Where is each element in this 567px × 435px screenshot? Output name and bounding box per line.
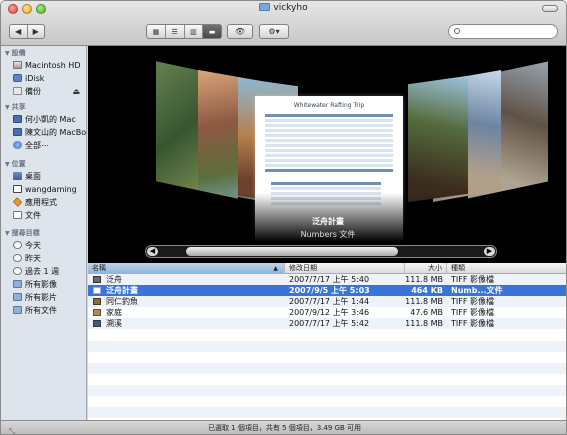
back-button[interactable]: ◀ [10, 25, 27, 38]
title-toolbar: vickyho ◀ ▶ ▦ ☰ ▥ ▬ 👁 ⚙▾ [1, 1, 566, 46]
tiff-file-icon [93, 320, 101, 327]
document-preview-table [265, 114, 393, 174]
icon-view-button[interactable]: ▦ [147, 25, 165, 38]
table-row[interactable]: 家庭 2007/9/12 上午 3:46 47.6 MB TIFF 影像檔 [88, 307, 566, 318]
sidebar-item-backup[interactable]: 備份 ⏏ [1, 85, 86, 98]
search-icon [454, 28, 460, 34]
sidebar-item-applications[interactable]: 應用程式 [1, 196, 86, 209]
sidebar-item-all-movies[interactable]: 所有影片 [1, 291, 86, 304]
coverflow-scrollbar[interactable]: ◀ ▶ [145, 245, 497, 258]
sidebar-header-devices[interactable]: ▼ 設備 [1, 48, 86, 59]
scroll-right-arrow[interactable]: ▶ [484, 247, 495, 256]
sidebar-header-places[interactable]: ▼ 位置 [1, 159, 86, 170]
applications-icon [12, 197, 23, 207]
finder-window: vickyho ◀ ▶ ▦ ☰ ▥ ▬ 👁 ⚙▾ ▼ 設備 Macintosh H… [0, 0, 567, 435]
column-header-date[interactable]: 修改日期 [285, 263, 405, 274]
search-field[interactable] [448, 24, 558, 39]
list-rows: 泛舟 2007/7/17 上午 5:40 111.8 MB TIFF 影像檔 泛… [88, 274, 566, 329]
table-row[interactable]: 泛舟 2007/7/17 上午 5:40 111.8 MB TIFF 影像檔 [88, 274, 566, 285]
column-header-name[interactable]: 名稱 ▲ [88, 263, 285, 274]
scrollbar-thumb[interactable] [186, 247, 398, 256]
back-forward-group: ◀ ▶ [9, 24, 45, 39]
clock-icon [13, 241, 22, 249]
sidebar-item-yesterday[interactable]: 昨天 [1, 252, 86, 265]
numbers-file-icon [93, 287, 101, 294]
sidebar-item-all-images[interactable]: 所有影像 [1, 278, 86, 291]
sidebar-header-search-for[interactable]: ▼ 搜尋目標 [1, 228, 86, 239]
quick-look-button[interactable]: 👁 [227, 24, 253, 39]
smart-folder-icon [13, 280, 22, 288]
sidebar-item-idisk[interactable]: iDisk [1, 72, 86, 85]
sidebar-item-desktop[interactable]: 桌面 [1, 170, 86, 183]
status-bar: ⤡ 已選取 1 個項目，共有 5 個項目，3.49 GB 可用 [1, 420, 566, 434]
selected-file-kind: Numbers 文件 [300, 230, 356, 239]
sidebar-item-macintosh-hd[interactable]: Macintosh HD [1, 59, 86, 72]
column-view-button[interactable]: ▥ [183, 25, 203, 38]
tiff-file-icon [93, 309, 101, 316]
globe-icon [13, 141, 22, 149]
forward-button[interactable]: ▶ [26, 25, 45, 38]
hard-disk-icon [13, 61, 22, 69]
resize-grip-icon[interactable]: ⤡ [9, 424, 15, 434]
status-text: 已選取 1 個項目，共有 5 個項目，3.49 GB 可用 [207, 424, 362, 432]
tiff-file-icon [93, 298, 101, 305]
toolbar-toggle-button[interactable] [542, 5, 558, 12]
selected-file-name: 泛舟計畫 [312, 217, 344, 226]
list-view-button[interactable]: ☰ [164, 25, 184, 38]
coverflow-view-button[interactable]: ▬ [202, 25, 221, 38]
idisk-icon [13, 74, 22, 82]
sidebar-item-mac-shared[interactable]: 何小凱的 Mac [1, 113, 86, 126]
coverflow-pane[interactable]: Whitewater Rafting Trip 泛舟計畫 Numbers 文件 … [88, 46, 566, 263]
eject-icon[interactable]: ⏏ [72, 85, 80, 98]
column-header-kind[interactable]: 種類 [447, 263, 566, 274]
sidebar-item-all-shared[interactable]: 全部⋯ [1, 139, 86, 152]
sort-ascending-icon: ▲ [273, 265, 278, 272]
table-row[interactable]: 同仁釣魚 2007/7/17 上午 1:44 111.8 MB TIFF 影像檔 [88, 296, 566, 307]
tiff-file-icon [93, 276, 101, 283]
sidebar-item-past-week[interactable]: 過去 1 週 [1, 265, 86, 278]
sidebar-item-all-documents[interactable]: 所有文件 [1, 304, 86, 317]
sidebar-item-macbook-shared[interactable]: 陳文山的 MacBook [1, 126, 86, 139]
list-header: 名稱 ▲ 修改日期 大小 種類 [88, 263, 566, 274]
documents-icon [13, 211, 22, 219]
file-list: 名稱 ▲ 修改日期 大小 種類 泛舟 2007/7/17 上午 5:40 111.… [88, 263, 566, 420]
smart-folder-icon [13, 306, 22, 314]
home-icon [13, 185, 22, 193]
coverflow-caption: 泛舟計畫 Numbers 文件 [88, 216, 566, 240]
sidebar: ▼ 設備 Macintosh HD iDisk 備份 ⏏ ▼ 共享 何小凱的 Mac … [1, 46, 87, 420]
clock-icon [13, 254, 22, 262]
mac-icon [13, 115, 22, 123]
cover-preview-image[interactable] [408, 75, 468, 203]
empty-list-area [88, 330, 566, 420]
sidebar-item-home[interactable]: wangdaming [1, 183, 86, 196]
document-preview-title: Whitewater Rafting Trip [293, 102, 365, 109]
table-row[interactable]: 溯溪 2007/7/17 上午 5:42 111.8 MB TIFF 影像檔 [88, 318, 566, 329]
column-header-size[interactable]: 大小 [405, 263, 447, 274]
desktop-icon [13, 172, 22, 180]
table-row[interactable]: 泛舟計畫 2007/9/5 上午 5:03 464 KB Numb...文件 [88, 285, 566, 296]
eye-icon: 👁 [234, 27, 246, 36]
sidebar-header-shared[interactable]: ▼ 共享 [1, 102, 86, 113]
view-mode-group: ▦ ☰ ▥ ▬ [146, 24, 222, 39]
sidebar-item-documents[interactable]: 文件 [1, 209, 86, 222]
gear-icon: ⚙▾ [268, 27, 280, 36]
window-title-text: vickyho [273, 3, 308, 13]
scroll-left-arrow[interactable]: ◀ [147, 247, 158, 256]
backup-icon [13, 87, 22, 95]
smart-folder-icon [13, 293, 22, 301]
sidebar-item-today[interactable]: 今天 [1, 239, 86, 252]
action-menu-button[interactable]: ⚙▾ [259, 24, 289, 39]
folder-icon [259, 3, 271, 11]
window-title: vickyho [1, 3, 566, 13]
macbook-icon [13, 128, 22, 136]
clock-icon [13, 267, 22, 275]
